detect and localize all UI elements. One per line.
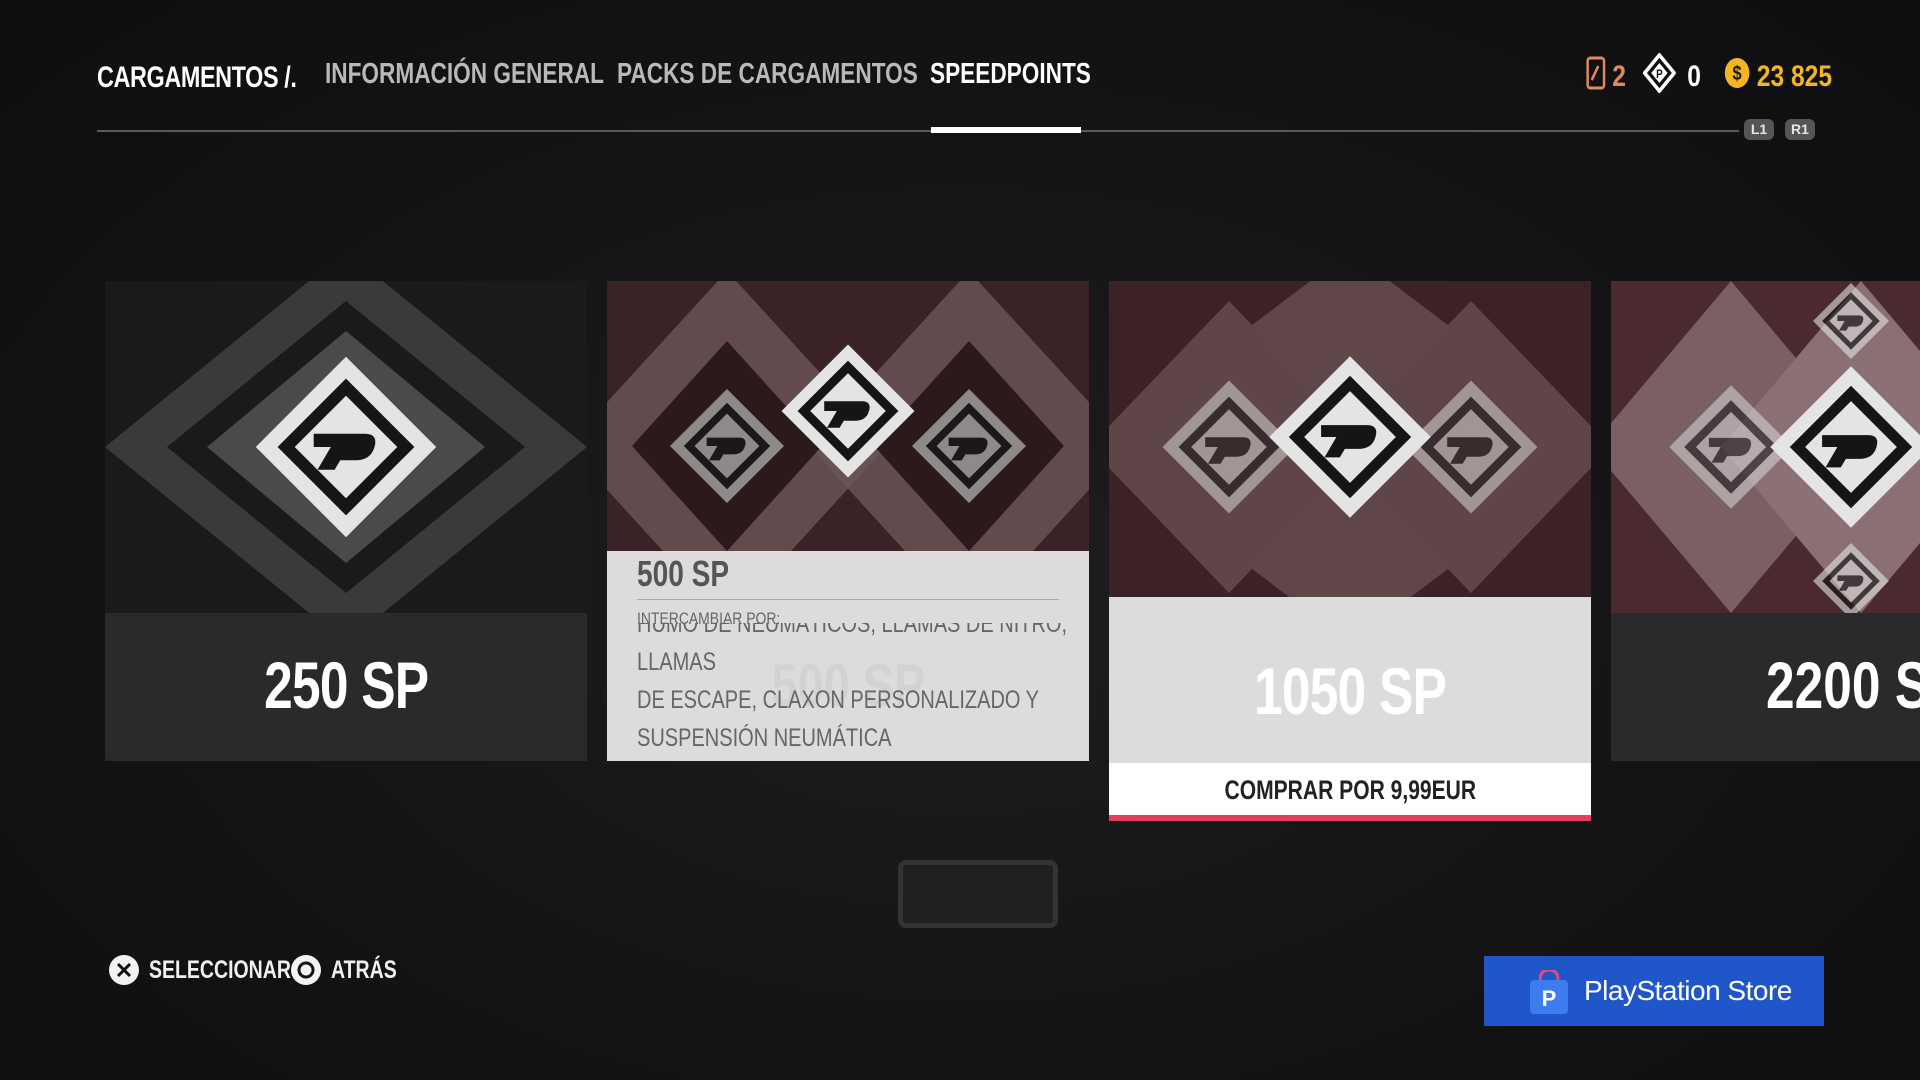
r1-button-hint[interactable]: R1: [1785, 119, 1815, 140]
playstation-store-icon: P: [1528, 968, 1570, 1014]
exchange-line: HUMO DE NEUMÁTICOS, LLAMAS DE NITRO,: [637, 623, 1068, 638]
page-header: CARGAMENTOS /.: [97, 52, 353, 104]
pack-amount: 250 SP: [263, 648, 429, 722]
pack-amount: 1050 SP: [1253, 654, 1447, 728]
pack-art: [607, 281, 1089, 551]
currency-speedpoints: P 0: [1642, 52, 1701, 96]
back-label: ATRÁS: [331, 955, 397, 984]
breadcrumb: CARGAMENTOS /.: [97, 61, 297, 94]
exchange-line: SUSPENSIÓN NEUMÁTICA: [637, 724, 892, 752]
buy-button-label: COMPRAR POR 9,99EUR: [1224, 775, 1476, 805]
pack-art: [1611, 281, 1920, 613]
tab-packs-de-cargamentos[interactable]: PACKS DE CARGAMENTOS: [617, 58, 918, 91]
pack-label: 1050 SP: [1109, 597, 1591, 763]
pack-label: 2200 SP: [1611, 613, 1920, 761]
tab-bar-divider: [97, 130, 1739, 132]
buy-button[interactable]: COMPRAR POR 9,99EUR: [1109, 763, 1591, 815]
bank-balance: 23 825: [1756, 60, 1833, 93]
pack-label: 250 SP: [105, 613, 587, 761]
exchange-line: DE ESCAPE, CLAXON PERSONALIZADO Y: [637, 686, 1039, 714]
pack-info-panel: 500 SP INTERCAMBIAR POR: 500 SP HUMO DE …: [607, 551, 1089, 761]
info-divider: [637, 599, 1059, 600]
card-icon: [1586, 56, 1606, 98]
exchange-line: LLAMAS: [637, 648, 716, 676]
cards-count: 2: [1612, 60, 1626, 93]
pack-card-500[interactable]: 500 SP INTERCAMBIAR POR: 500 SP HUMO DE …: [607, 281, 1089, 761]
pack-card-2200[interactable]: 2200 SP: [1611, 281, 1920, 761]
currency-cards: 2: [1586, 56, 1626, 98]
pack-card-250[interactable]: 250 SP: [105, 281, 587, 761]
pack-title: 500 SP: [637, 553, 730, 594]
pack-art: [105, 281, 587, 613]
tab-speedpoints[interactable]: SPEEDPOINTS: [930, 58, 1091, 91]
cross-button-icon: [109, 955, 139, 985]
selection-accent-bar: [1109, 815, 1591, 821]
pack-card-1050[interactable]: 1050 SP COMPRAR POR 9,99EUR: [1109, 281, 1591, 821]
svg-text:P: P: [1542, 986, 1557, 1011]
l1-button-hint[interactable]: L1: [1744, 119, 1774, 140]
pack-amount: 2200 SP: [1766, 648, 1920, 722]
speedpoints-icon: P: [1642, 52, 1677, 101]
svg-text:P: P: [1656, 68, 1663, 81]
playstation-store-label: PlayStation Store: [1584, 975, 1792, 1006]
circle-button-icon: [291, 955, 321, 985]
bank-coin-icon: $: [1724, 57, 1750, 97]
svg-text:$: $: [1733, 61, 1742, 84]
select-label: SELECCIONAR: [149, 955, 291, 984]
tab-informacion-general[interactable]: INFORMACIÓN GENERAL: [325, 58, 604, 91]
exchange-list: HUMO DE NEUMÁTICOS, LLAMAS DE NITRO, LLA…: [637, 623, 1089, 753]
tab-active-indicator: [931, 127, 1081, 133]
back-prompt[interactable]: ATRÁS: [291, 953, 415, 987]
speedpoints-count: 0: [1687, 60, 1701, 93]
pack-art: [1109, 281, 1591, 597]
currency-bank: $ 23 825: [1724, 58, 1832, 96]
background-license-plate: [898, 860, 1058, 928]
playstation-store-button[interactable]: P PlayStation Store: [1484, 956, 1824, 1026]
